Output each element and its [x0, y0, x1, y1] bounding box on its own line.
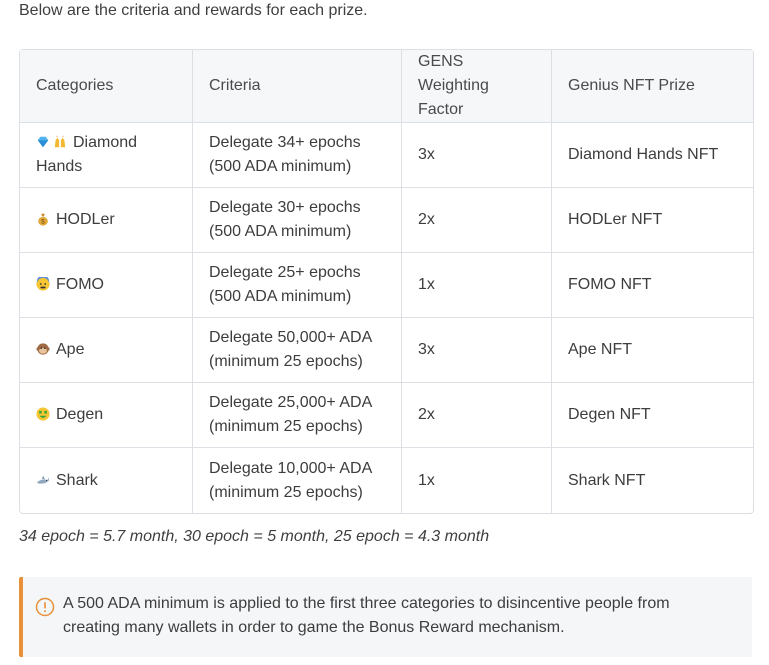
table-row: Ape Delegate 50,000+ ADA (minimum 25 epoc… [20, 318, 753, 383]
category-cell: Diamond Hands [20, 123, 193, 188]
header-criteria: Criteria [193, 50, 402, 123]
prize-cell: Ape NFT [552, 318, 753, 383]
warning-callout: A 500 ADA minimum is applied to the firs… [19, 577, 752, 657]
prize-cell: HODLer NFT [552, 188, 753, 253]
table-row: FOMO Delegate 25+ epochs (500 ADA minimum… [20, 253, 753, 318]
criteria-cell: Delegate 25,000+ ADA (minimum 25 epochs) [193, 383, 402, 448]
category-cell: Ape [20, 318, 193, 383]
header-gens-weighting-factor: GENS Weighting Factor [402, 50, 552, 123]
warning-message: A 500 ADA minimum is applied to the firs… [63, 595, 670, 636]
weight-cell: 2x [402, 383, 552, 448]
category-name: Degen [56, 406, 104, 423]
weight-cell: 2x [402, 188, 552, 253]
money-bag-icon: $ [38, 213, 48, 226]
prize-cell: Shark NFT [568, 471, 646, 489]
category-name: Ape [56, 341, 85, 358]
prize-table: Categories Criteria GENS Weighting Facto… [19, 49, 754, 514]
category-name: Shark [56, 471, 98, 489]
raised-hands-icon [54, 135, 66, 148]
criteria-cell: Delegate 30+ epochs (500 ADA minimum) [193, 188, 402, 253]
table-row: Diamond Hands Delegate 34+ epochs (500 AD… [20, 123, 753, 188]
anxious-face-icon [36, 277, 50, 291]
criteria-cell: Delegate 34+ epochs (500 ADA minimum) [193, 123, 402, 188]
category-name: FOMO [56, 276, 104, 293]
table-row: Shark Delegate 10,000+ ADA (minimum 25 ep… [20, 448, 753, 513]
prize-cell: Degen NFT [552, 383, 753, 448]
gem-icon [37, 136, 49, 148]
shark-icon [36, 475, 50, 484]
prize-cell: FOMO NFT [552, 253, 753, 318]
header-genius-nft-prize: Genius NFT Prize [552, 50, 753, 123]
epoch-conversion-note: 34 epoch = 5.7 month, 30 epoch = 5 month… [19, 528, 490, 545]
category-name: HODLer [56, 211, 115, 228]
weight-cell: 1x [402, 253, 552, 318]
weight-cell: 1x [402, 448, 552, 513]
prize-cell: Diamond Hands NFT [552, 123, 753, 188]
monkey-face-icon [36, 343, 50, 355]
category-cell: Degen [20, 383, 193, 448]
category-name: Diamond Hands [36, 134, 138, 175]
intro-text: Below are the criteria and rewards for e… [19, 2, 368, 19]
warning-circle-icon [35, 597, 55, 617]
table-row: $ HODLer Delegate 30+ epochs (500 ADA mini… [20, 188, 753, 253]
weight-cell: 3x [402, 123, 552, 188]
criteria-cell: Delegate 25+ epochs (500 ADA minimum) [193, 253, 402, 318]
category-cell: Shark [20, 448, 193, 513]
category-cell: FOMO [20, 253, 193, 318]
svg-text:$: $ [41, 218, 45, 225]
table-row: Degen Delegate 25,000+ ADA (minimum 25 ep… [20, 383, 753, 448]
header-categories: Categories [20, 50, 193, 123]
weight-cell: 3x [402, 318, 552, 383]
money-mouth-face-icon [36, 407, 50, 421]
criteria-cell: Delegate 10,000+ ADA (minimum 25 epochs) [193, 448, 402, 513]
category-cell: $ HODLer [20, 188, 193, 253]
criteria-cell: Delegate 50,000+ ADA (minimum 25 epochs) [193, 318, 402, 383]
table-header-row: Categories Criteria GENS Weighting Facto… [20, 50, 753, 123]
